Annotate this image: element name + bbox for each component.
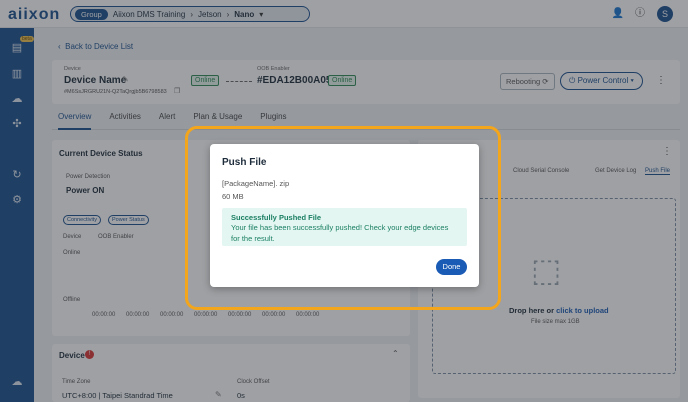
dialog-title: Push File: [222, 157, 267, 168]
file-size: 60 MB: [222, 192, 244, 201]
success-alert: Successfully Pushed File Your file has b…: [222, 208, 467, 246]
file-name: [PackageName]. zip: [222, 179, 290, 188]
push-file-dialog: Push File [PackageName]. zip 60 MB Succe…: [210, 144, 479, 287]
done-button[interactable]: Done: [436, 259, 467, 275]
alert-body: Your file has been successfully pushed! …: [231, 223, 449, 243]
alert-title: Successfully Pushed File: [231, 213, 322, 222]
